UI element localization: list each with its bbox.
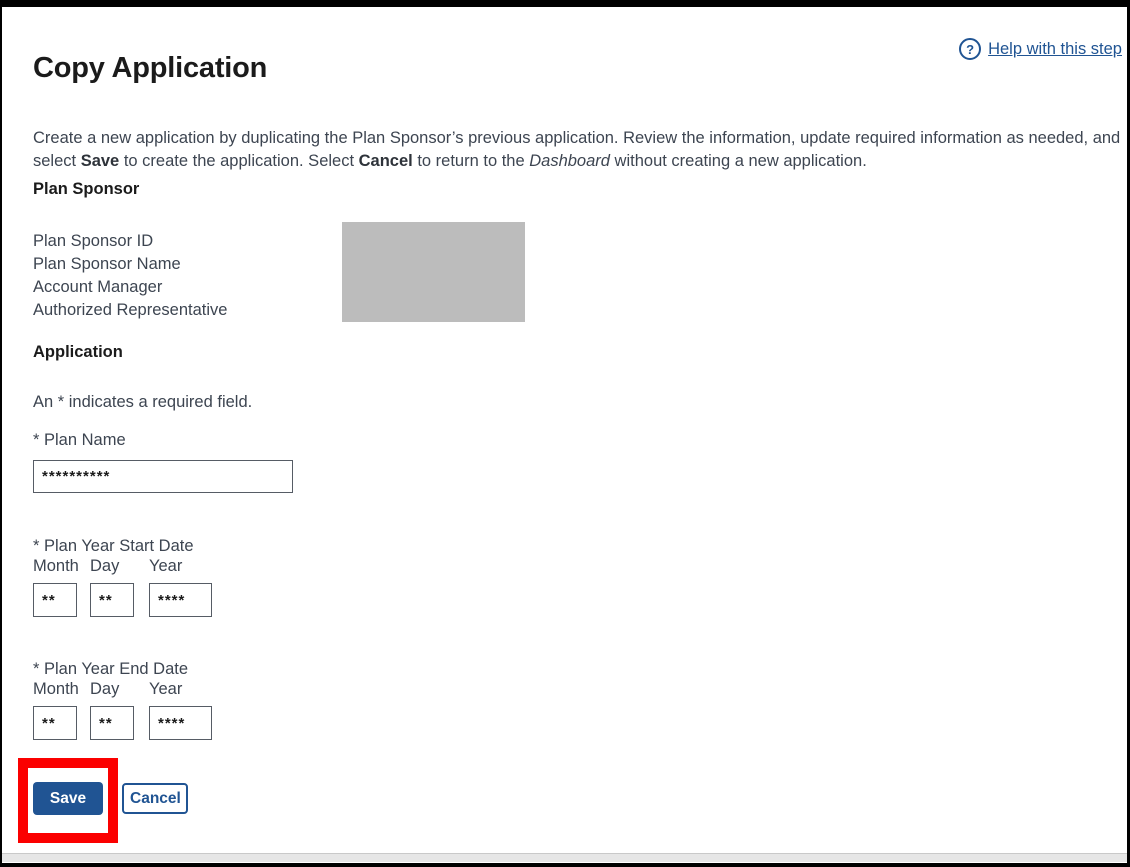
start-year-label: Year xyxy=(149,557,182,576)
intro-italic-dashboard: Dashboard xyxy=(529,152,610,170)
intro-text-3: to return to the xyxy=(413,152,529,170)
application-heading: Application xyxy=(33,343,123,362)
help-link-label: Help with this step xyxy=(988,40,1122,59)
account-manager-label: Account Manager xyxy=(33,276,227,299)
plan-year-end-label: * Plan Year End Date xyxy=(33,660,188,679)
question-mark-icon: ? xyxy=(959,38,981,60)
copy-application-page: Copy Application ? Help with this step C… xyxy=(0,0,1130,867)
plan-sponsor-name-label: Plan Sponsor Name xyxy=(33,253,227,276)
horizontal-scrollbar[interactable] xyxy=(2,853,1127,862)
window-border-bottom xyxy=(0,863,1130,867)
save-button[interactable]: Save xyxy=(33,782,103,815)
window-border-left xyxy=(0,0,2,867)
redacted-sponsor-values xyxy=(342,222,525,322)
end-year-label: Year xyxy=(149,680,182,699)
cancel-button[interactable]: Cancel xyxy=(122,783,188,814)
end-year-input[interactable] xyxy=(149,706,212,740)
end-month-input[interactable] xyxy=(33,706,77,740)
plan-sponsor-heading: Plan Sponsor xyxy=(33,180,139,199)
plan-name-input[interactable] xyxy=(33,460,293,493)
end-day-label: Day xyxy=(90,680,119,699)
intro-text-2: to create the application. Select xyxy=(119,152,358,170)
plan-sponsor-labels: Plan Sponsor ID Plan Sponsor Name Accoun… xyxy=(33,230,227,322)
page-title: Copy Application xyxy=(33,52,267,85)
plan-year-start-label: * Plan Year Start Date xyxy=(33,537,194,556)
intro-paragraph: Create a new application by duplicating … xyxy=(33,127,1121,174)
help-link[interactable]: ? Help with this step xyxy=(959,38,1122,60)
start-month-input[interactable] xyxy=(33,583,77,617)
start-year-input[interactable] xyxy=(149,583,212,617)
authorized-representative-label: Authorized Representative xyxy=(33,299,227,322)
plan-name-label: * Plan Name xyxy=(33,431,126,450)
start-day-label: Day xyxy=(90,557,119,576)
start-day-input[interactable] xyxy=(90,583,134,617)
required-field-note: An * indicates a required field. xyxy=(33,393,252,412)
start-month-label: Month xyxy=(33,557,79,576)
plan-sponsor-id-label: Plan Sponsor ID xyxy=(33,230,227,253)
intro-bold-cancel: Cancel xyxy=(359,152,413,170)
intro-text-4: without creating a new application. xyxy=(610,152,867,170)
intro-bold-save: Save xyxy=(81,152,120,170)
end-month-label: Month xyxy=(33,680,79,699)
window-border-top xyxy=(0,0,1130,7)
end-day-input[interactable] xyxy=(90,706,134,740)
